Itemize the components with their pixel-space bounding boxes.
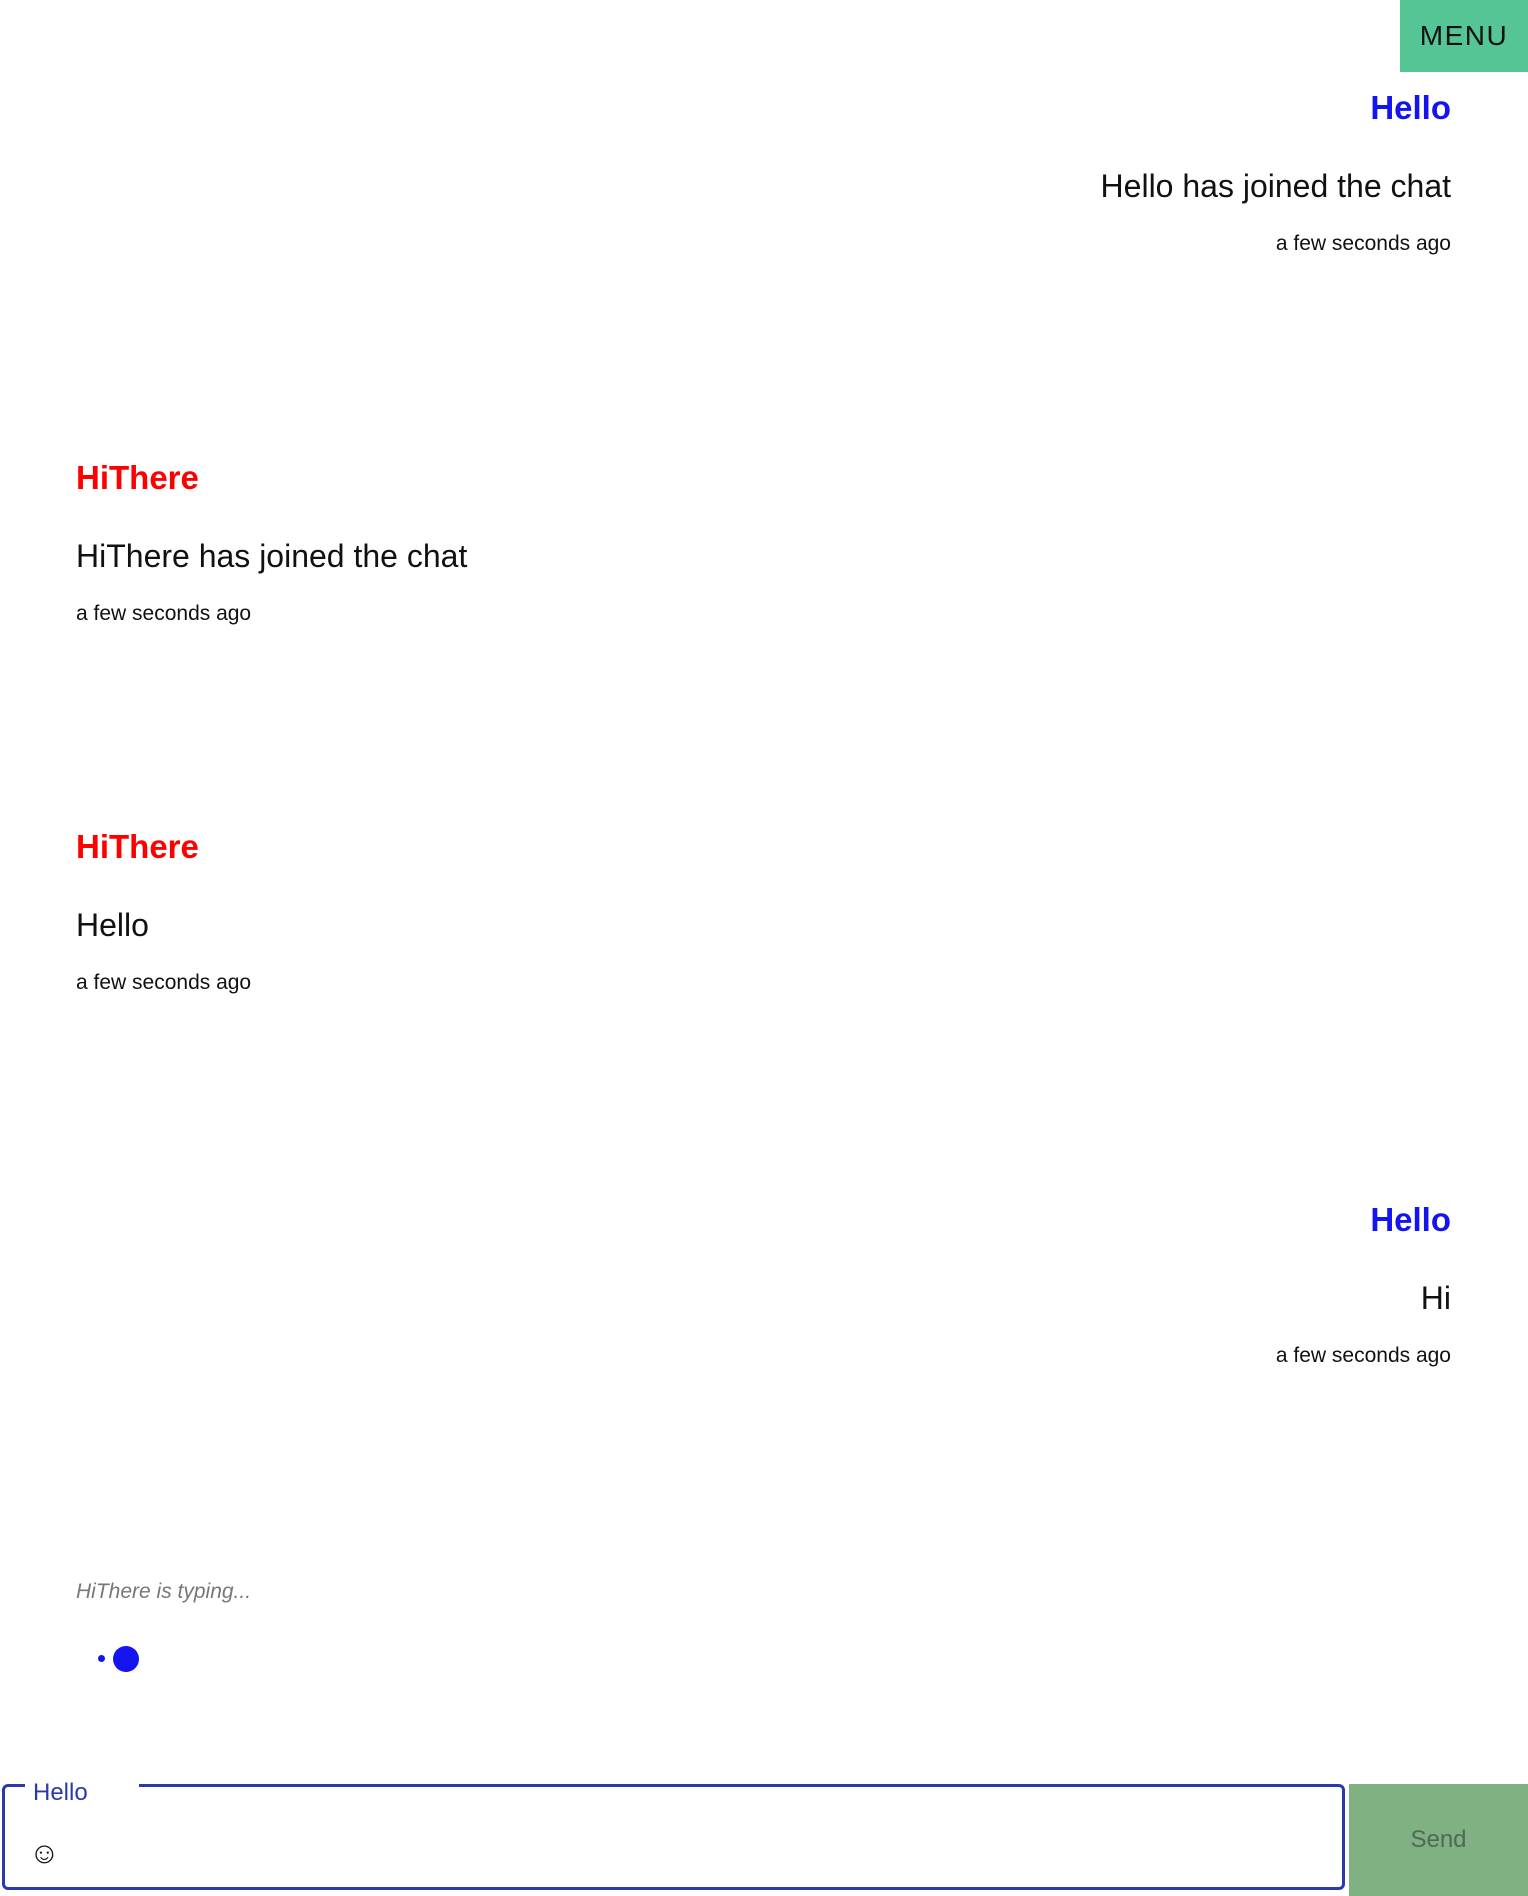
message-timestamp: a few seconds ago xyxy=(1275,1344,1451,1367)
message-author: Hello xyxy=(1370,1201,1451,1238)
chat-page: MENU Hello Hello has joined the chat a f… xyxy=(0,0,1528,1896)
chat-message: HiThere Hello a few seconds ago xyxy=(76,827,251,997)
chat-message: HiThere HiThere has joined the chat a fe… xyxy=(76,458,467,628)
message-author: HiThere xyxy=(76,459,199,496)
message-field[interactable]: Hello ☺ xyxy=(2,1781,1345,1890)
message-text: Hi xyxy=(1420,1280,1451,1316)
typing-dot-small xyxy=(98,1655,105,1662)
message-field-label: Hello xyxy=(25,1781,139,1805)
typing-dot-large xyxy=(113,1646,139,1672)
message-author: HiThere xyxy=(76,828,199,865)
chat-message: Hello Hello has joined the chat a few se… xyxy=(1101,88,1451,258)
message-text: Hello xyxy=(76,907,149,943)
message-input[interactable] xyxy=(75,1829,1339,1881)
menu-button[interactable]: MENU xyxy=(1400,0,1528,72)
typing-indicator-text: HiThere is typing... xyxy=(76,1580,252,1603)
message-text: Hello has joined the chat xyxy=(1100,168,1451,204)
message-author: Hello xyxy=(1370,89,1451,126)
smiley-icon[interactable]: ☺ xyxy=(29,1839,60,1869)
message-timestamp: a few seconds ago xyxy=(1275,232,1451,255)
send-button[interactable]: Send xyxy=(1349,1784,1528,1896)
message-text: HiThere has joined the chat xyxy=(76,538,468,574)
typing-dots-icon xyxy=(96,1644,146,1674)
message-composer: Hello ☺ Send xyxy=(0,1772,1528,1896)
message-timestamp: a few seconds ago xyxy=(76,971,252,994)
chat-message: Hello Hi a few seconds ago xyxy=(1276,1200,1451,1370)
message-timestamp: a few seconds ago xyxy=(76,602,252,625)
